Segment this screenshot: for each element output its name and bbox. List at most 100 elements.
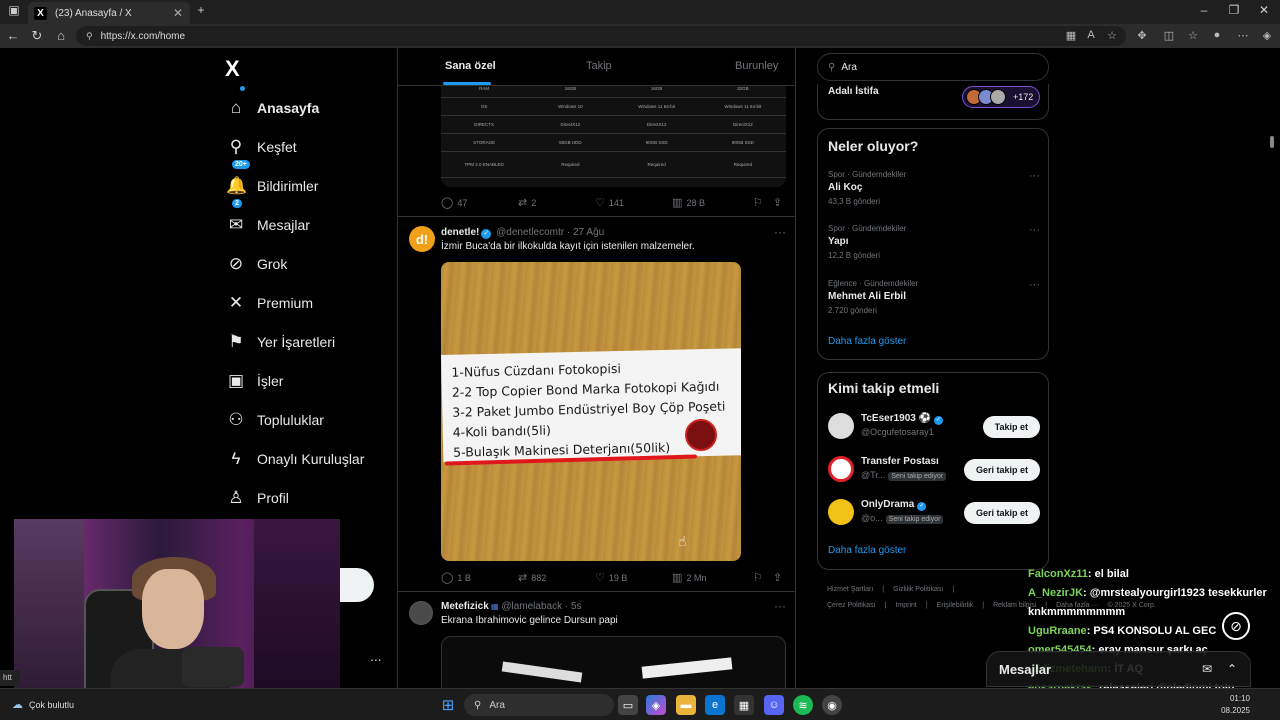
new-tab-button[interactable]: +: [193, 3, 209, 17]
sidebar-item-profil[interactable]: ♙ Profil: [226, 478, 396, 517]
sidebar-item-i̇şler[interactable]: ▣ İşler: [226, 361, 396, 400]
views-button[interactable]: ▥ 28 B: [672, 196, 753, 209]
footer-link[interactable]: Erişilebilirlik: [937, 602, 974, 609]
follow-suggestion[interactable]: Transfer Postası @Tr... Seni takip ediyor…: [828, 453, 1040, 487]
author-handle[interactable]: @lamelaback: [501, 601, 562, 612]
copilot-taskbar-icon[interactable]: ◈: [646, 695, 666, 715]
menu-dots-icon[interactable]: ⋯: [1236, 29, 1250, 42]
taskbar-clock[interactable]: 01:10 08.2025: [1210, 693, 1250, 717]
like-button[interactable]: ♡ 19 B: [595, 571, 672, 584]
views-button[interactable]: ▥ 2 Mn: [672, 571, 753, 584]
edge-browser-icon[interactable]: e: [705, 695, 725, 715]
app-icon[interactable]: ▦: [1064, 29, 1078, 42]
trend-item[interactable]: Spor · Gündemdekiler Yapı 12,2 B gönderi…: [828, 224, 1040, 260]
post-video[interactable]: [441, 636, 786, 688]
follow-suggestion[interactable]: TcEser1903 ⚽ ✓ @Ocgufetosaray1 Takip et: [828, 410, 1040, 444]
footer-link[interactable]: Çerez Politikası: [827, 602, 876, 609]
post-time[interactable]: 5s: [571, 601, 582, 612]
favorite-star-icon[interactable]: ☆: [1105, 29, 1119, 42]
footer-link[interactable]: Imprint: [895, 602, 916, 609]
follow-suggestion[interactable]: OnlyDrama ✓ @o... Seni takip ediyor Geri …: [828, 496, 1040, 530]
taskbar-search[interactable]: ⚲ Ara: [464, 694, 614, 716]
maximize-icon[interactable]: ❐: [1226, 3, 1242, 17]
like-button[interactable]: ♡ 141: [595, 196, 672, 209]
avatar-denetle[interactable]: d!: [409, 226, 435, 252]
sidebar-item-onaylı-kuruluşlar[interactable]: ϟ Onaylı Kuruluşlar: [226, 439, 396, 478]
windows-start-icon[interactable]: ⊞: [438, 695, 458, 715]
trend-more-icon[interactable]: ···: [1029, 279, 1040, 291]
post-more-icon[interactable]: ···: [774, 225, 786, 239]
footer-link[interactable]: Gizlilik Politikası: [893, 586, 943, 593]
search-box[interactable]: ⚲: [817, 53, 1049, 81]
post-image-spec-table[interactable]: RAM 16GB 16GB 32GB OS Windows 10 Windows 11 6…: [441, 80, 786, 187]
minimize-icon[interactable]: –: [1196, 3, 1212, 17]
search-input[interactable]: [841, 61, 1022, 73]
tab-actions-icon[interactable]: ▣: [6, 3, 22, 17]
spotify-icon[interactable]: ≋: [793, 695, 813, 715]
profile-switcher-partial[interactable]: htt: [0, 670, 20, 686]
grok-overlay-icon[interactable]: ⊘: [1222, 612, 1250, 640]
reply-button[interactable]: ◯ 1 B: [441, 571, 518, 584]
discord-icon[interactable]: ☺: [764, 695, 784, 715]
store-icon[interactable]: ▦: [734, 695, 754, 715]
sidebar-item-topluluklar[interactable]: ⚇ Topluluklar: [226, 400, 396, 439]
weather-widget[interactable]: ☁ Çok bulutlu: [12, 698, 74, 711]
site-info-icon[interactable]: ⚲: [86, 31, 93, 42]
x-logo[interactable]: X: [225, 56, 240, 82]
bookmark-button[interactable]: ⚐: [753, 196, 773, 209]
profile-avatar-icon[interactable]: ●: [1210, 29, 1224, 41]
follow-back-button[interactable]: Geri takip et: [963, 502, 1040, 524]
follow-show-more-link[interactable]: Daha fazla göster: [828, 545, 906, 556]
sidebar-item-grok[interactable]: ⊘ Grok: [226, 244, 396, 283]
trends-show-more-link[interactable]: Daha fazla göster: [828, 336, 906, 347]
expand-chevron-icon[interactable]: ⌃: [1227, 662, 1237, 676]
share-button[interactable]: ⇪: [773, 196, 786, 209]
url-field[interactable]: ⚲ https://x.com/home: [76, 26, 1126, 46]
read-aloud-icon[interactable]: A: [1084, 29, 1098, 41]
favorites-icon[interactable]: ☆: [1186, 29, 1200, 42]
tab-sana-ozel[interactable]: Sana özel: [445, 60, 496, 72]
author-name[interactable]: Metefizick: [441, 601, 489, 612]
trend-more-icon[interactable]: ···: [1029, 224, 1040, 236]
sidebar-item-anasayfa[interactable]: ⌂ Anasayfa: [226, 86, 396, 127]
new-message-icon[interactable]: ✉: [1202, 662, 1212, 676]
account-more-icon[interactable]: ...: [370, 648, 382, 664]
follow-back-button[interactable]: Geri takip et: [963, 459, 1040, 481]
browser-tab[interactable]: X (23) Anasayfa / X ✕: [28, 2, 190, 24]
sidebar-item-yer-i̇şaretleri[interactable]: ⚑ Yer İşaretleri: [226, 322, 396, 361]
footer-link[interactable]: Hizmet Şartları: [827, 586, 873, 593]
split-screen-icon[interactable]: ◫: [1162, 29, 1176, 42]
copilot-icon[interactable]: ◈: [1260, 29, 1274, 42]
close-window-icon[interactable]: ✕: [1256, 3, 1272, 17]
home-browser-icon[interactable]: ⌂: [53, 28, 69, 43]
file-explorer-icon[interactable]: ▬: [676, 695, 696, 715]
tab-takip[interactable]: Takip: [586, 60, 612, 72]
tab-burunley[interactable]: Burunley: [735, 60, 778, 72]
extensions-icon[interactable]: ✥: [1135, 29, 1149, 42]
sidebar-item-bildirimler[interactable]: 🔔 20+ Bildirimler: [226, 160, 396, 205]
sidebar-item-keşfet[interactable]: ⚲ Keşfet: [226, 127, 396, 166]
reply-button[interactable]: ◯ 47: [441, 196, 518, 209]
obs-icon[interactable]: ◉: [822, 695, 842, 715]
repost-button[interactable]: ⇄ 882: [518, 571, 595, 584]
user-avatar[interactable]: [828, 413, 854, 439]
post-more-icon[interactable]: ···: [774, 599, 786, 613]
messages-drawer[interactable]: Mesajlar ✉ ⌃: [986, 651, 1251, 687]
avatar-metefizick[interactable]: [409, 601, 433, 625]
repost-button[interactable]: ⇄ 2: [518, 196, 595, 209]
post-photo[interactable]: 1-Nüfus Cüzdanı Fotokopisi 2-2 Top Copie…: [441, 262, 741, 561]
bookmark-button[interactable]: ⚐: [753, 571, 773, 584]
adali-istifa-card[interactable]: Adalı İstifa +172: [817, 84, 1049, 120]
back-icon[interactable]: ←: [5, 28, 21, 43]
author-handle[interactable]: @denetlecomtr: [496, 227, 564, 238]
user-avatar[interactable]: [828, 456, 854, 482]
post-time[interactable]: 27 Ağu: [573, 227, 604, 238]
trend-more-icon[interactable]: ···: [1029, 170, 1040, 182]
scroll-thumb[interactable]: [1270, 136, 1274, 148]
trend-item[interactable]: Eğlence · Gündemdekiler Mehmet Ali Erbil…: [828, 279, 1040, 315]
trend-item[interactable]: Spor · Gündemdekiler Ali Koç 43,3 B gönd…: [828, 170, 1040, 206]
spaces-pill[interactable]: +172: [962, 86, 1040, 108]
refresh-icon[interactable]: ↻: [29, 28, 45, 44]
user-avatar[interactable]: [828, 499, 854, 525]
sidebar-item-premium[interactable]: ✕ Premium: [226, 283, 396, 322]
